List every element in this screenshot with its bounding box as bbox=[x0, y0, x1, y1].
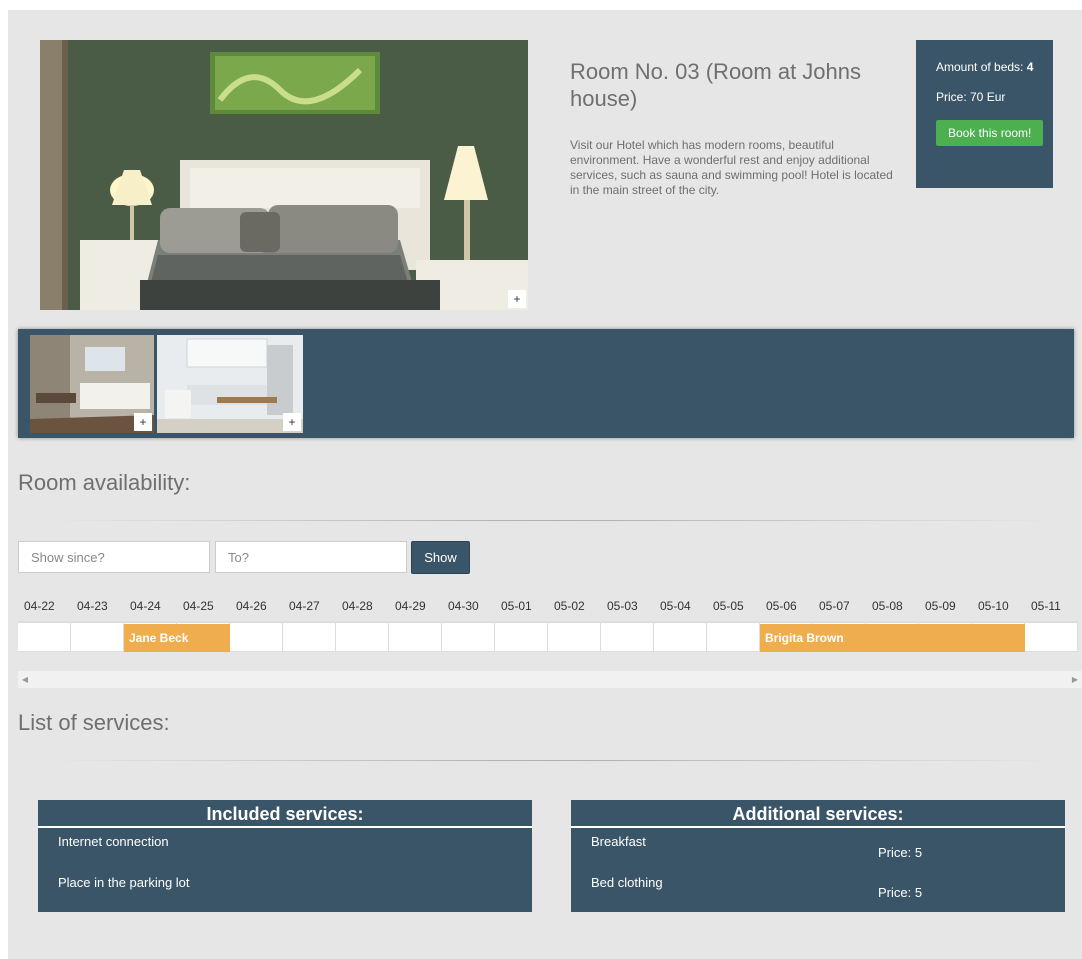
calendar-day-cell[interactable] bbox=[71, 623, 124, 652]
calendar-date-header: 05-04 bbox=[654, 594, 707, 623]
calendar-day-cell[interactable] bbox=[442, 623, 495, 652]
additional-services-box: Additional services: Breakfast Price: 5 … bbox=[571, 800, 1065, 912]
calendar-day-cell[interactable] bbox=[707, 623, 760, 652]
room-info-box: Amount of beds: 4 Price: 70 Eur Book thi… bbox=[916, 40, 1053, 188]
calendar-date-header: 05-08 bbox=[866, 594, 919, 623]
calendar-date-header: 04-30 bbox=[442, 594, 495, 623]
photo-gallery-strip: + + bbox=[18, 329, 1074, 438]
additional-service-name: Bed clothing bbox=[591, 875, 663, 890]
calendar-day-cell[interactable] bbox=[336, 623, 389, 652]
services-divider bbox=[48, 760, 1058, 761]
calendar-day-cell[interactable] bbox=[389, 623, 442, 652]
booking-bar[interactable]: Brigita Brown bbox=[760, 624, 1025, 652]
calendar-date-header: 05-11 bbox=[1025, 594, 1078, 623]
services-title: List of services: bbox=[18, 710, 170, 735]
calendar-day-cell[interactable] bbox=[495, 623, 548, 652]
calendar-day-cell[interactable] bbox=[230, 623, 283, 652]
calendar-date-header: 05-03 bbox=[601, 594, 654, 623]
included-services-heading: Included services: bbox=[38, 800, 532, 828]
additional-service-price: Price: 5 bbox=[878, 845, 923, 860]
included-service-item: Place in the parking lot bbox=[58, 875, 190, 890]
to-date-input[interactable] bbox=[215, 541, 407, 573]
additional-services-heading: Additional services: bbox=[571, 800, 1065, 828]
included-services-box: Included services: Internet connection P… bbox=[38, 800, 532, 912]
beds-label: Amount of beds: bbox=[936, 60, 1024, 74]
zoom-thumb-2-button[interactable]: + bbox=[283, 413, 301, 431]
calendar-horizontal-scrollbar[interactable]: ◀ ▶ bbox=[18, 671, 1082, 688]
calendar-date-header: 04-28 bbox=[336, 594, 389, 623]
booking-bar[interactable]: Jane Beck bbox=[124, 624, 230, 652]
beds-value: 4 bbox=[1026, 60, 1034, 74]
calendar-day-cell[interactable] bbox=[601, 623, 654, 652]
gallery-thumb-1[interactable]: + bbox=[30, 335, 154, 433]
page: + Room No. 03 (Room at Johns house) Visi… bbox=[8, 10, 1082, 959]
calendar-date-header: 05-07 bbox=[813, 594, 866, 623]
calendar-day-cell[interactable] bbox=[654, 623, 707, 652]
included-service-item: Internet connection bbox=[58, 834, 169, 849]
calendar-date-header: 04-22 bbox=[18, 594, 71, 623]
calendar-date-header: 04-26 bbox=[230, 594, 283, 623]
zoom-thumb-1-button[interactable]: + bbox=[134, 413, 152, 431]
calendar-date-header: 05-02 bbox=[548, 594, 601, 623]
additional-service-price: Price: 5 bbox=[878, 885, 923, 900]
additional-service-name: Breakfast bbox=[591, 834, 646, 849]
calendar-day-cell[interactable] bbox=[18, 623, 71, 652]
calendar-day-cell[interactable] bbox=[548, 623, 601, 652]
room-description: Visit our Hotel which has modern rooms, … bbox=[570, 138, 893, 197]
scroll-left-arrow-icon[interactable]: ◀ bbox=[18, 671, 32, 688]
availability-calendar: 04-22 04-23 04-24 04-25 04-26 04-27 04-28 04-29… bbox=[18, 594, 1082, 652]
calendar-date-header: 05-01 bbox=[495, 594, 548, 623]
calendar-date-header: 05-09 bbox=[919, 594, 972, 623]
bedroom-image bbox=[40, 40, 528, 310]
gallery-thumb-2[interactable]: + bbox=[157, 335, 303, 433]
calendar-date-header: 04-25 bbox=[177, 594, 230, 623]
show-availability-button[interactable]: Show bbox=[411, 541, 470, 574]
calendar-date-header: 05-06 bbox=[760, 594, 813, 623]
scroll-right-arrow-icon[interactable]: ▶ bbox=[1068, 671, 1082, 688]
calendar-date-header: 05-05 bbox=[707, 594, 760, 623]
calendar-date-header: 04-29 bbox=[389, 594, 442, 623]
availability-divider bbox=[48, 520, 1058, 521]
room-main-photo[interactable]: + bbox=[40, 40, 528, 310]
calendar-date-header: 04-24 bbox=[124, 594, 177, 623]
kitchen-thumb-image bbox=[157, 335, 303, 433]
calendar-day-cell[interactable] bbox=[283, 623, 336, 652]
book-room-button[interactable]: Book this room! bbox=[936, 120, 1044, 146]
price-info: Price: 70 Eur bbox=[936, 90, 1006, 104]
calendar-day-cell[interactable] bbox=[1025, 623, 1078, 652]
calendar-date-header: 04-23 bbox=[71, 594, 124, 623]
calendar-date-header: 04-27 bbox=[283, 594, 336, 623]
zoom-main-photo-button[interactable]: + bbox=[508, 290, 526, 308]
beds-info: Amount of beds: 4 bbox=[936, 60, 1053, 74]
calendar-header-row: 04-22 04-23 04-24 04-25 04-26 04-27 04-28 04-29… bbox=[18, 594, 1078, 623]
calendar-date-header: 05-10 bbox=[972, 594, 1025, 623]
availability-title: Room availability: bbox=[18, 470, 191, 495]
show-since-input[interactable] bbox=[18, 541, 210, 573]
room-title: Room No. 03 (Room at Johns house) bbox=[570, 59, 862, 111]
